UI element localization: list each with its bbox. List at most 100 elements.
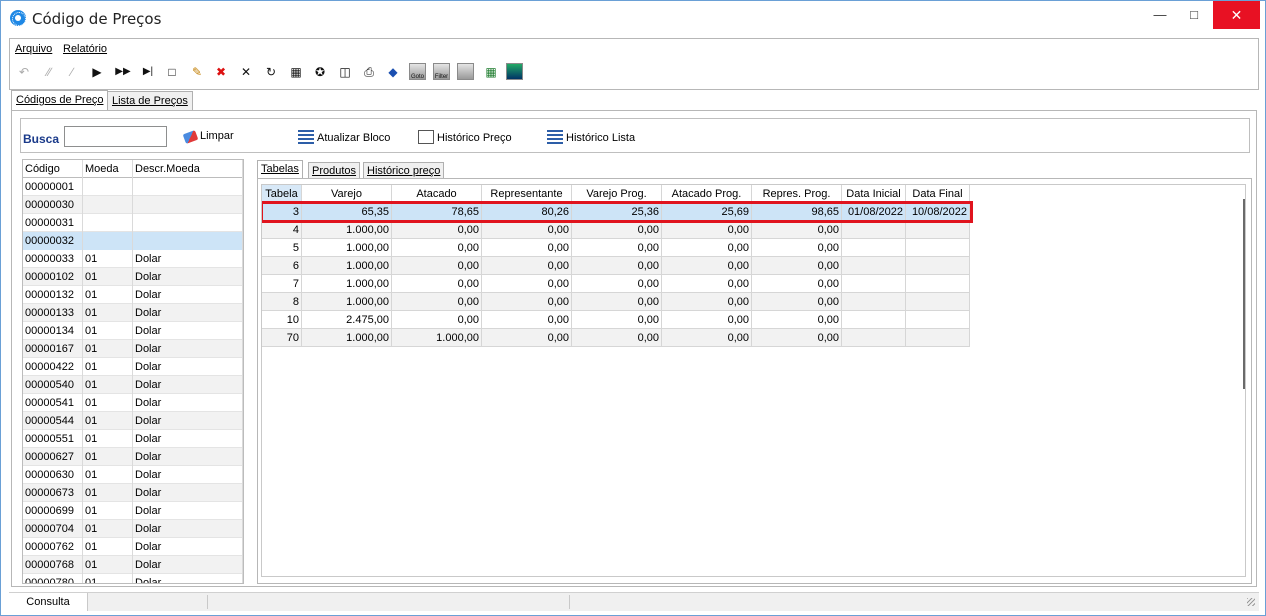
vertical-scrollbar[interactable] [1243,199,1245,389]
title-bar: Código de Preços — □ ✕ [1,1,1265,35]
table-row[interactable]: 00000768 01 Dolar [23,556,243,574]
table-row[interactable]: 00000540 01 Dolar [23,376,243,394]
table-row[interactable]: 8 1.000,00 0,00 0,00 0,00 0,00 0,00 [262,293,970,311]
table-cell: 0,00 [572,329,662,347]
table-row[interactable]: 70 1.000,00 1.000,00 0,00 0,00 0,00 0,00 [262,329,970,347]
table-cell: Dolar [133,340,243,358]
table-row[interactable]: 00000541 01 Dolar [23,394,243,412]
table-cell: 0,00 [662,239,752,257]
table-row[interactable]: 00000134 01 Dolar [23,322,243,340]
cancel-icon[interactable]: ✕ [237,63,255,81]
edit-icon[interactable]: ✎ [188,63,206,81]
table-cell: 0,00 [392,275,482,293]
refresh-icon[interactable]: ↻ [262,63,280,81]
table-cell: 01 [83,268,133,286]
table-row[interactable]: 00000422 01 Dolar [23,358,243,376]
table-cell [842,311,906,329]
menu-relatorio[interactable]: Relatório [63,43,107,55]
table-row[interactable]: 00000704 01 Dolar [23,520,243,538]
price-history-button[interactable]: Histórico Preço [418,130,512,144]
table-row[interactable]: 00000132 01 Dolar [23,286,243,304]
table-row[interactable]: 00000167 01 Dolar [23,340,243,358]
excel-icon[interactable]: ▦ [482,63,500,81]
table-row[interactable]: 00000780 01 Dolar [23,574,243,583]
table-row[interactable]: 00000544 01 Dolar [23,412,243,430]
table-cell: 01 [83,556,133,574]
table-cell: 01 [83,484,133,502]
table-row[interactable]: 5 1.000,00 0,00 0,00 0,00 0,00 0,00 [262,239,970,257]
table-row[interactable]: 4 1.000,00 0,00 0,00 0,00 0,00 0,00 [262,221,970,239]
table-row[interactable]: 00000699 01 Dolar [23,502,243,520]
table-row[interactable]: 00000030 [23,196,243,214]
table-cell [842,329,906,347]
maximize-button[interactable]: □ [1171,1,1217,29]
first-record-icon[interactable]: ↶ [15,63,33,81]
last-record-icon[interactable]: ▶| [139,63,157,81]
table-cell: Dolar [133,322,243,340]
fast-forward-icon[interactable]: ▶▶ [114,63,132,81]
print-icon[interactable]: ⎙ [360,63,378,81]
resize-grip-icon[interactable] [1247,598,1255,606]
table-row[interactable]: 00000031 [23,214,243,232]
close-button[interactable]: ✕ [1213,1,1260,29]
goto-icon[interactable]: Goto [409,63,426,80]
print-preview-icon[interactable]: ◫ [336,63,354,81]
next-record-icon[interactable]: ▶ [88,63,106,81]
table-row[interactable]: 00000673 01 Dolar [23,484,243,502]
price-history-label: Histórico Preço [437,132,512,144]
tab-codigos-de-preco[interactable]: Códigos de Preço [11,90,109,111]
table-row[interactable]: 00000032 [23,232,243,250]
table-cell: 0,00 [662,329,752,347]
table-cell: 0,00 [752,275,842,293]
search-input[interactable] [64,126,167,147]
status-tab[interactable]: Consulta [9,593,88,611]
column-header[interactable]: Código [23,160,83,178]
table-cell: 0,00 [482,329,572,347]
previous-icon[interactable]: ∕ [63,63,81,81]
table-cell: 00000032 [23,232,83,250]
table-row[interactable]: 7 1.000,00 0,00 0,00 0,00 0,00 0,00 [262,275,970,293]
table-cell: 0,00 [392,257,482,275]
table-cell: Dolar [133,430,243,448]
table-row[interactable]: 00000762 01 Dolar [23,538,243,556]
table-row[interactable]: 00000102 01 Dolar [23,268,243,286]
clear-button[interactable]: Limpar [182,130,234,144]
tab-produtos[interactable]: Produtos [308,162,361,179]
update-block-button[interactable]: Atualizar Bloco [298,130,390,144]
column-header[interactable]: Moeda [83,160,133,178]
table-cell [133,196,243,214]
table-row[interactable]: 00000630 01 Dolar [23,466,243,484]
export-icon[interactable] [506,63,523,80]
table-row[interactable]: 10 2.475,00 0,00 0,00 0,00 0,00 0,00 [262,311,970,329]
properties-icon[interactable]: ▦ [287,63,305,81]
table-row[interactable]: 00000033 01 Dolar [23,250,243,268]
table-cell: 0,00 [662,293,752,311]
table-row[interactable]: 00000001 [23,178,243,196]
table-row[interactable]: 00000551 01 Dolar [23,430,243,448]
table-row[interactable]: 00000627 01 Dolar [23,448,243,466]
list-history-button[interactable]: Histórico Lista [547,130,635,144]
table-cell [842,275,906,293]
grid-icon[interactable] [457,63,474,80]
table-cell: 0,00 [662,275,752,293]
table-cell: 01 [83,376,133,394]
wand-icon[interactable]: ✪ [311,63,329,81]
table-row[interactable]: 6 1.000,00 0,00 0,00 0,00 0,00 0,00 [262,257,970,275]
table-cell: 0,00 [752,257,842,275]
tab-lista-de-precos[interactable]: Lista de Preços [107,91,193,111]
table-cell: 00000768 [23,556,83,574]
highlight-box [262,201,973,223]
filter-icon[interactable]: Filter [433,63,450,80]
tab-historico-preco[interactable]: Histórico preço [363,162,445,179]
menu-arquivo[interactable]: Arquivo [15,43,52,55]
table-cell: 0,00 [482,221,572,239]
column-header[interactable]: Descr.Moeda [133,160,243,178]
tab-tabelas[interactable]: Tabelas [257,160,303,180]
tag-icon[interactable]: ◆ [384,63,402,81]
delete-icon[interactable]: ✖ [212,63,230,81]
table-cell: 00000541 [23,394,83,412]
table-row[interactable]: 00000133 01 Dolar [23,304,243,322]
table-cell: 00000001 [23,178,83,196]
prev-record-icon[interactable]: ∕∕ [40,63,58,81]
new-document-icon[interactable]: □ [163,63,181,81]
